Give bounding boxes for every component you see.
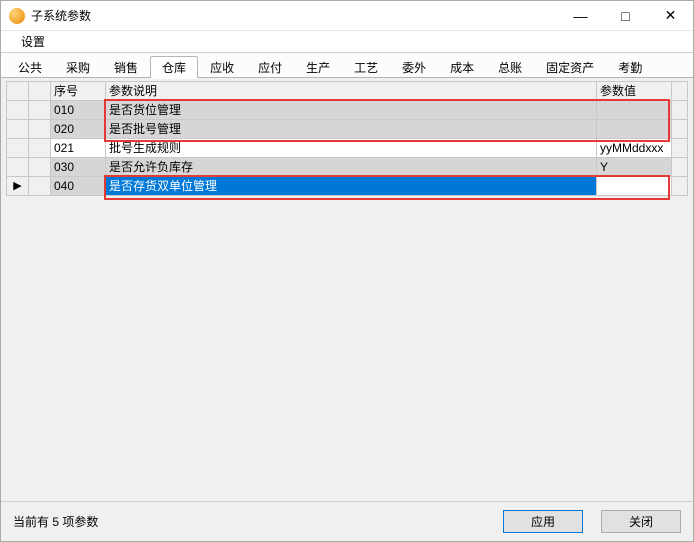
col-marker-header xyxy=(7,82,29,101)
cell-seq[interactable]: 020 xyxy=(51,120,106,139)
table-header-row: 序号 参数说明 参数值 xyxy=(7,82,688,101)
table-row[interactable]: 020是否批号管理 xyxy=(7,120,688,139)
col-seq-header[interactable]: 序号 xyxy=(51,82,106,101)
tab-zz[interactable]: 总账 xyxy=(486,56,534,78)
tab-ck[interactable]: 仓库 xyxy=(150,56,198,78)
tab-gdzc[interactable]: 固定资产 xyxy=(534,56,606,78)
row-marker xyxy=(7,101,29,120)
cell-desc[interactable]: 是否存货双单位管理 xyxy=(106,177,597,196)
status-text: 当前有 5 项参数 xyxy=(13,513,503,530)
cell-desc[interactable]: 是否允许负库存 xyxy=(106,158,597,177)
menubar: 设置 xyxy=(1,31,693,53)
tab-kq[interactable]: 考勤 xyxy=(606,56,654,78)
tab-cg[interactable]: 采购 xyxy=(54,56,102,78)
content-area: 序号 参数说明 参数值 010是否货位管理020是否批号管理021批号生成规则y… xyxy=(1,78,693,501)
col-desc-header[interactable]: 参数说明 xyxy=(106,82,597,101)
app-icon xyxy=(9,8,25,24)
close-button[interactable]: 关闭 xyxy=(601,510,681,533)
table-row[interactable]: 030是否允许负库存Y xyxy=(7,158,688,177)
table-row[interactable]: ▶ 040是否存货双单位管理 xyxy=(7,177,688,196)
col-val-header[interactable]: 参数值 xyxy=(597,82,672,101)
cell-tail xyxy=(672,120,688,139)
minimize-button[interactable]: — xyxy=(558,1,603,30)
cell-val[interactable]: Y xyxy=(597,158,672,177)
col-tail-header xyxy=(672,82,688,101)
cell-seq[interactable]: 040 xyxy=(51,177,106,196)
tab-yf[interactable]: 应付 xyxy=(246,56,294,78)
window-title: 子系统参数 xyxy=(31,7,558,24)
cell-val[interactable] xyxy=(597,101,672,120)
cell-val[interactable] xyxy=(597,120,672,139)
footer: 当前有 5 项参数 应用 关闭 xyxy=(1,501,693,541)
cell-val[interactable]: yyMMddxxx xyxy=(597,139,672,158)
cell-tail xyxy=(672,177,688,196)
row-gutter xyxy=(29,120,51,139)
tab-gg[interactable]: 公共 xyxy=(6,56,54,78)
cell-seq[interactable]: 010 xyxy=(51,101,106,120)
cell-tail xyxy=(672,158,688,177)
tab-ys[interactable]: 应收 xyxy=(198,56,246,78)
cell-val[interactable] xyxy=(597,177,672,196)
row-gutter xyxy=(29,158,51,177)
menu-settings[interactable]: 设置 xyxy=(15,31,51,52)
tab-cb[interactable]: 成本 xyxy=(438,56,486,78)
cell-seq[interactable]: 021 xyxy=(51,139,106,158)
tab-ww[interactable]: 委外 xyxy=(390,56,438,78)
row-gutter xyxy=(29,139,51,158)
col-gutter-header xyxy=(29,82,51,101)
cell-desc[interactable]: 是否货位管理 xyxy=(106,101,597,120)
close-window-button[interactable]: ✕ xyxy=(648,1,693,30)
table-row[interactable]: 010是否货位管理 xyxy=(7,101,688,120)
window-controls: — □ ✕ xyxy=(558,1,693,30)
row-marker: ▶ xyxy=(7,177,29,196)
tab-sc[interactable]: 生产 xyxy=(294,56,342,78)
tabbar: 公共采购销售仓库应收应付生产工艺委外成本总账固定资产考勤 xyxy=(1,53,693,78)
apply-button[interactable]: 应用 xyxy=(503,510,583,533)
row-gutter xyxy=(29,177,51,196)
maximize-button[interactable]: □ xyxy=(603,1,648,30)
cell-desc[interactable]: 批号生成规则 xyxy=(106,139,597,158)
titlebar: 子系统参数 — □ ✕ xyxy=(1,1,693,31)
cell-tail xyxy=(672,101,688,120)
cell-tail xyxy=(672,139,688,158)
tab-gy[interactable]: 工艺 xyxy=(342,56,390,78)
row-marker xyxy=(7,120,29,139)
current-row-indicator-icon: ▶ xyxy=(10,177,25,195)
cell-desc[interactable]: 是否批号管理 xyxy=(106,120,597,139)
table-row[interactable]: 021批号生成规则yyMMddxxx xyxy=(7,139,688,158)
tab-xs[interactable]: 销售 xyxy=(102,56,150,78)
row-marker xyxy=(7,139,29,158)
parameter-grid[interactable]: 序号 参数说明 参数值 010是否货位管理020是否批号管理021批号生成规则y… xyxy=(6,81,688,498)
row-marker xyxy=(7,158,29,177)
row-gutter xyxy=(29,101,51,120)
cell-seq[interactable]: 030 xyxy=(51,158,106,177)
